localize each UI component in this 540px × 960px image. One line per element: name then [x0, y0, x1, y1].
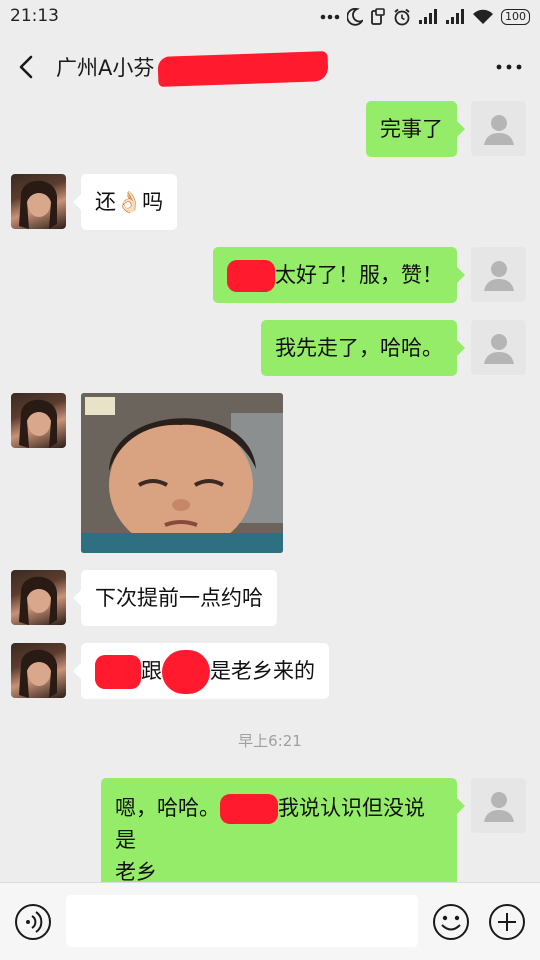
message-text: 我先走了，哈哈。: [275, 336, 443, 360]
avatar-photo: [19, 649, 57, 698]
wifi-icon: [473, 9, 493, 24]
message-text: 下次提前一点约哈: [95, 586, 263, 610]
message-bubble-incoming[interactable]: 还👌🏻吗: [72, 174, 178, 230]
my-avatar[interactable]: [471, 101, 526, 156]
more-dots-icon: [320, 14, 340, 20]
redaction-mark: [227, 260, 275, 292]
avatar-photo: [19, 180, 57, 229]
default-user-icon: [483, 260, 514, 291]
message-text: 跟: [141, 659, 162, 683]
status-time: 21:13: [10, 6, 59, 26]
moon-icon: [347, 8, 363, 26]
status-icons: 100: [320, 6, 530, 28]
message-input[interactable]: [66, 895, 418, 947]
status-bar: 21:13 100: [0, 0, 540, 34]
message-bubble-incoming[interactable]: 下次提前一点约哈: [73, 570, 277, 626]
screen-rotate-icon: [371, 8, 385, 25]
message-bubble-outgoing[interactable]: 太好了！服，赞！: [213, 247, 465, 303]
chat-header: 广州A小芬: [0, 34, 540, 100]
redaction-mark: [162, 650, 210, 694]
signal-icon: [419, 9, 437, 24]
message-timestamp: 早上6:21: [238, 732, 302, 750]
message-text: 吗: [142, 190, 164, 214]
default-user-icon: [483, 791, 514, 822]
message-text: 是老乡来的: [210, 659, 315, 683]
chat-title-text: 广州A小芬: [56, 56, 155, 80]
message-text: 嗯，哈哈。: [115, 796, 220, 820]
message-text: 老乡: [115, 860, 157, 884]
redaction-mark: [95, 655, 141, 689]
alarm-icon: [394, 8, 410, 26]
image-message[interactable]: [81, 393, 283, 553]
message-bubble-outgoing[interactable]: 我先走了，哈哈。: [261, 320, 465, 376]
child-face-image: [81, 393, 283, 553]
message-text: 太好了！服，赞！: [275, 263, 443, 287]
contact-avatar[interactable]: [11, 570, 66, 625]
message-bubble-incoming[interactable]: 跟 是老乡来的: [73, 643, 329, 699]
my-avatar[interactable]: [471, 247, 526, 302]
input-bar: [0, 882, 540, 960]
my-avatar[interactable]: [471, 778, 526, 833]
more-functions-button[interactable]: [488, 903, 526, 941]
message-text: 还: [95, 190, 116, 214]
emoji-button[interactable]: [432, 903, 470, 941]
redaction-mark: [220, 794, 278, 824]
battery-indicator: 100: [501, 9, 530, 25]
voice-input-button[interactable]: [14, 903, 52, 941]
back-button[interactable]: [12, 52, 42, 82]
more-options-button[interactable]: [492, 52, 526, 82]
my-avatar[interactable]: [471, 320, 526, 375]
avatar-photo: [19, 399, 57, 448]
contact-avatar[interactable]: [11, 393, 66, 448]
message-text: 完事了: [380, 117, 443, 141]
contact-avatar[interactable]: [11, 174, 66, 229]
contact-avatar[interactable]: [11, 643, 66, 698]
message-bubble-outgoing[interactable]: 完事了: [366, 101, 465, 157]
default-user-icon: [483, 333, 514, 364]
redaction-mark: [157, 51, 329, 87]
default-user-icon: [483, 114, 514, 145]
chat-title: 广州A小芬: [56, 51, 329, 87]
avatar-photo: [19, 576, 57, 625]
signal-2-icon: [446, 9, 464, 24]
ok-hand-emoji: 👌🏻: [116, 190, 143, 214]
